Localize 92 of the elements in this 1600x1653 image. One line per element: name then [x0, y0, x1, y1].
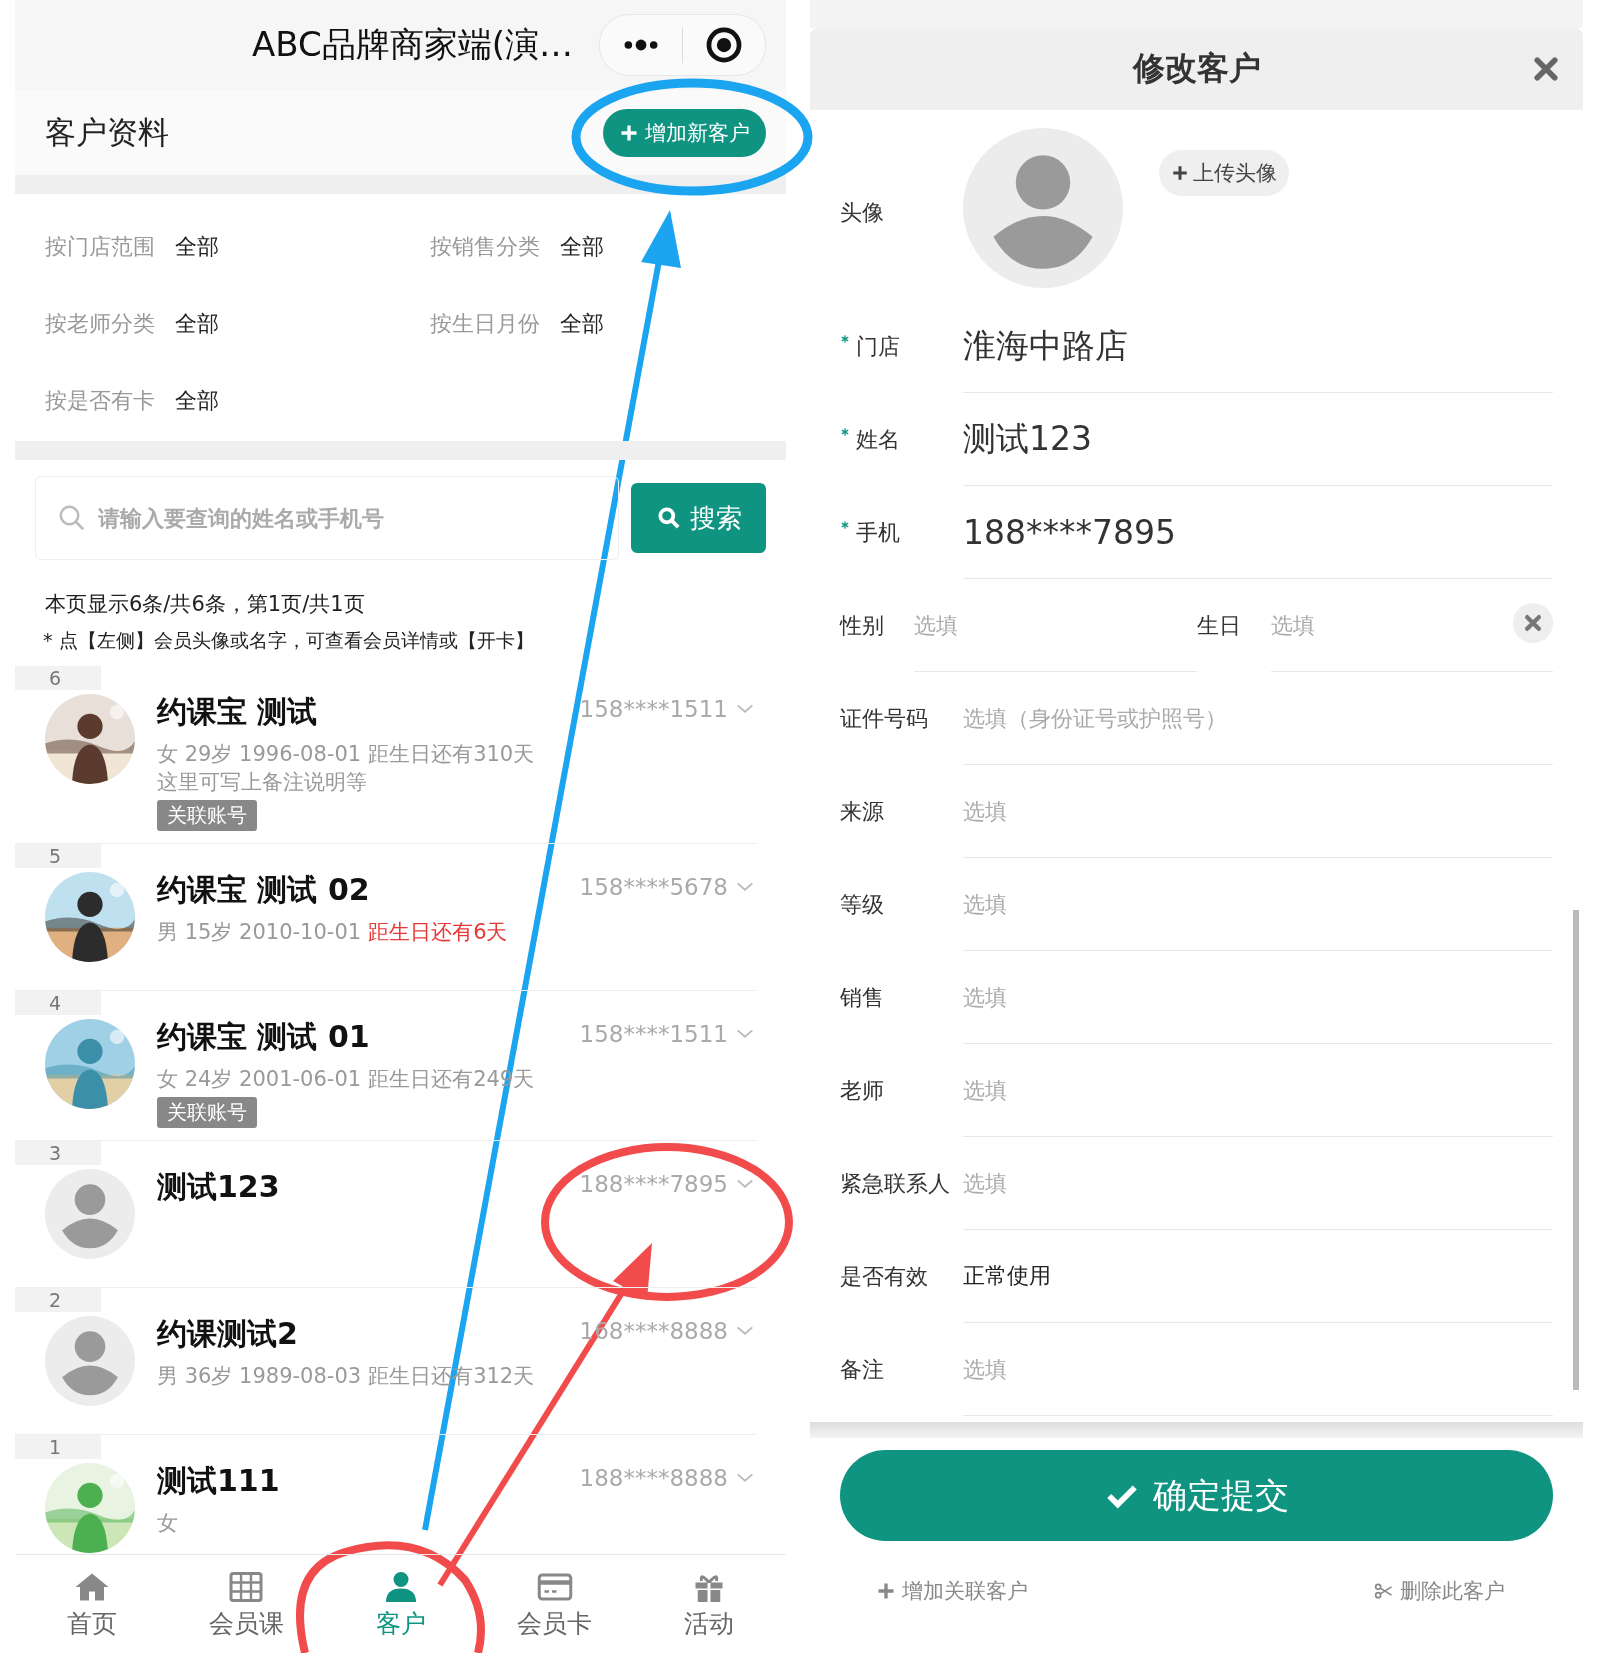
customer-phone: 188****7895 — [579, 1171, 728, 1197]
add-customer-button[interactable]: 增加新客户 — [603, 108, 766, 157]
field-label: 手机 — [856, 518, 900, 547]
input-field[interactable]: 淮海中路店 — [963, 300, 1553, 393]
customer-phone: 158****1511 — [579, 1021, 728, 1047]
input-field[interactable]: 选填 — [914, 579, 1197, 672]
upload-avatar-button[interactable]: 上传头像 — [1159, 150, 1289, 196]
customer-name[interactable]: 测试123 — [157, 1165, 580, 1209]
app-title: ABC品牌商家端(演… — [252, 23, 573, 66]
field-label: 来源 — [840, 797, 884, 826]
search-field[interactable]: 请输入要查询的姓名或手机号 — [35, 476, 619, 560]
input-field[interactable]: 188****7895 — [963, 486, 1553, 579]
tab[interactable]: 活动 — [631, 1555, 786, 1653]
input-field[interactable]: 选填 — [963, 1044, 1553, 1137]
field-label: 证件号码 — [840, 704, 928, 733]
field-label: 等级 — [840, 890, 884, 919]
filter-label: 按是否有卡 — [45, 386, 155, 415]
dialog-title: 修改客户 — [1132, 48, 1261, 89]
page-title: 客户资料 — [45, 112, 169, 152]
page-summary: 本页显示6条/共6条，第1页/共1页 — [44, 591, 366, 618]
scrollbar[interactable] — [1573, 910, 1579, 1390]
customer-name[interactable]: 约课宝 测试 01 — [157, 1015, 580, 1059]
field-label: 门店 — [856, 332, 900, 361]
customer-phone: 158****1511 — [579, 696, 728, 722]
customer-name[interactable]: 约课宝 测试 02 — [157, 868, 580, 912]
row-number: 2 — [15, 1288, 102, 1312]
birthday-countdown: 距生日还有6天 — [368, 920, 508, 944]
filter-label: 按生日月份 — [430, 309, 540, 338]
add-related-link[interactable]: 增加关联客户 — [876, 1577, 1028, 1605]
row-number: 5 — [15, 844, 102, 868]
row-number: 3 — [15, 1141, 102, 1165]
avatar-icon[interactable] — [45, 1316, 135, 1406]
linked-account-tag[interactable]: 关联账号 — [157, 800, 257, 831]
field-label: 紧急联系人 — [840, 1169, 950, 1198]
tab[interactable]: 首页 — [15, 1555, 170, 1653]
input-field[interactable]: 测试123 — [963, 393, 1553, 486]
filter-value[interactable]: 全部 — [175, 231, 219, 262]
row-number: 4 — [15, 991, 102, 1015]
customer-info: 女 — [157, 1511, 178, 1535]
input-field[interactable]: 正常使用 — [963, 1230, 1553, 1323]
search-button[interactable]: 搜索 — [631, 483, 766, 553]
search-icon — [57, 503, 87, 533]
input-field[interactable]: 选填 — [963, 858, 1553, 951]
customer-name[interactable]: 约课宝 测试 — [157, 690, 580, 734]
hint-text: * 点【左侧】会员头像或名字，可查看会员详情或【开卡】 — [42, 628, 535, 653]
scissors-icon — [1374, 1581, 1394, 1601]
field-label: 姓名 — [856, 425, 900, 454]
tab[interactable]: 会员课 — [169, 1555, 324, 1653]
close-icon[interactable] — [1531, 54, 1561, 84]
filter-value[interactable]: 全部 — [560, 231, 604, 262]
filter-value[interactable]: 全部 — [175, 308, 219, 339]
delete-link[interactable]: 删除此客户 — [1374, 1577, 1505, 1605]
search-icon — [655, 505, 682, 531]
filter-label: 按门店范围 — [45, 232, 155, 261]
birthday-countdown: 距生日还有310天 — [368, 742, 535, 766]
plus-icon — [876, 1581, 896, 1601]
input-field[interactable]: 选填 — [963, 1137, 1553, 1230]
tab[interactable]: 客户 — [323, 1555, 478, 1653]
clear-icon[interactable] — [1513, 603, 1553, 643]
customer-name[interactable]: 约课测试2 — [157, 1312, 580, 1356]
plus-icon — [1171, 164, 1189, 182]
input-field[interactable]: 选填 — [963, 765, 1553, 858]
field-label: 老师 — [840, 1076, 884, 1105]
filter-value[interactable]: 全部 — [560, 308, 604, 339]
row-number: 1 — [15, 1435, 102, 1459]
customer-info: 男 36岁 1989-08-03 — [157, 1364, 362, 1388]
field-label: 销售 — [840, 983, 884, 1012]
target-icon[interactable] — [705, 26, 743, 64]
avatar-icon[interactable] — [963, 128, 1123, 288]
customer-info: 女 29岁 1996-08-01 — [157, 742, 362, 766]
customer-info: 男 15岁 2010-10-01 — [157, 920, 362, 944]
input-field[interactable]: 选填 — [963, 951, 1553, 1044]
filter-label: 按老师分类 — [45, 309, 155, 338]
filter-label: 按销售分类 — [430, 232, 540, 261]
tab[interactable]: 会员卡 — [477, 1555, 632, 1653]
input-field[interactable]: 选填 — [963, 1323, 1553, 1416]
customer-info: 女 24岁 2001-06-01 — [157, 1067, 362, 1091]
field-label: 头像 — [840, 199, 885, 227]
field-label: 性别 — [840, 611, 884, 640]
avatar-icon[interactable] — [45, 1169, 135, 1259]
customer-phone: 188****8888 — [579, 1465, 728, 1491]
linked-account-tag[interactable]: 关联账号 — [157, 1097, 257, 1128]
customer-name[interactable]: 测试111 — [157, 1459, 580, 1503]
submit-button[interactable]: 确定提交 — [840, 1450, 1553, 1541]
field-label: 是否有效 — [840, 1262, 928, 1291]
field-label: 生日 — [1196, 611, 1241, 640]
row-number: 6 — [15, 666, 102, 690]
field-label: 备注 — [840, 1355, 884, 1384]
customer-phone: 158****5678 — [579, 874, 728, 900]
input-field[interactable]: 选填（身份证号或护照号） — [963, 672, 1553, 765]
filter-value[interactable]: 全部 — [175, 385, 219, 416]
customer-note: 这里可写上备注说明等 — [157, 769, 368, 796]
